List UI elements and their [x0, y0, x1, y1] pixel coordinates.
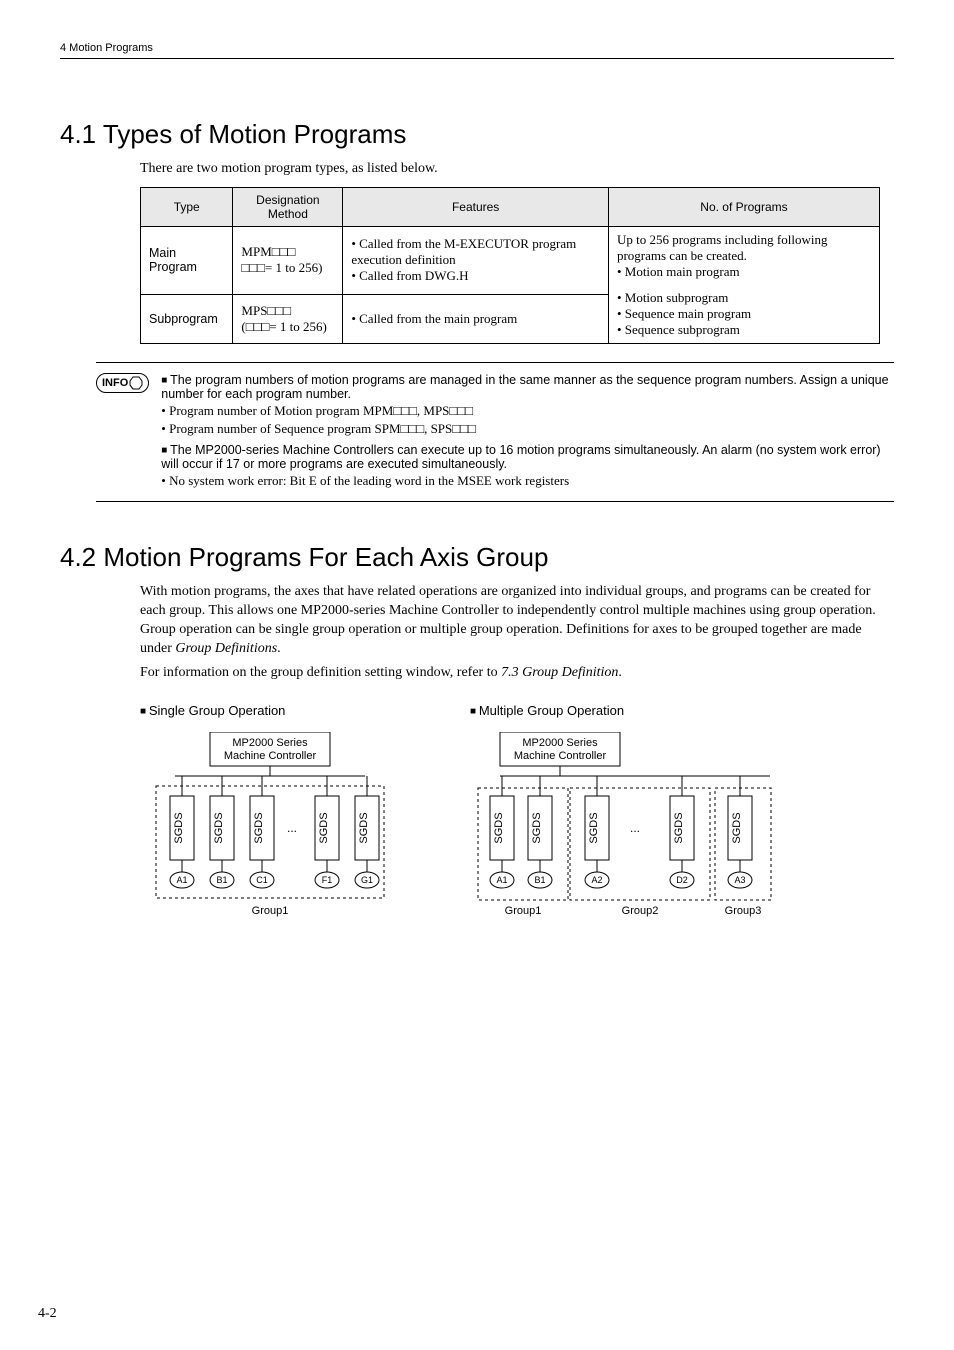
single-group-diagram: Single Group Operation MP2000 Series Mac…	[140, 703, 400, 932]
section-4-1-title: 4.1 Types of Motion Programs	[60, 119, 894, 150]
svg-text:MP2000 Series: MP2000 Series	[522, 737, 598, 749]
info-content: The program numbers of motion programs a…	[161, 371, 894, 491]
multiple-group-diagram: Multiple Group Operation MP2000 Series M…	[470, 703, 800, 932]
svg-text:...: ...	[630, 821, 640, 835]
desig-sub-l1: MPS□□□	[241, 303, 291, 318]
td-sub-features: • Called from the main program	[343, 294, 609, 343]
page-number: 4-2	[38, 1306, 57, 1322]
svg-text:SGDS: SGDS	[673, 813, 685, 844]
page-header: 4 Motion Programs	[60, 42, 894, 59]
svg-text:G1: G1	[361, 875, 373, 885]
svg-text:SGDS: SGDS	[213, 813, 225, 844]
programs-sub: • Motion subprogram • Sequence main prog…	[609, 285, 879, 343]
section-4-2-p1: With motion programs, the axes that have…	[140, 583, 894, 659]
svg-text:Group1: Group1	[505, 905, 542, 917]
info-b2-sub1: No system work error: Bit E of the leadi…	[161, 473, 894, 489]
multiple-group-title: Multiple Group Operation	[470, 703, 800, 718]
svg-text:Group3: Group3	[725, 905, 762, 917]
th-type: Type	[141, 187, 233, 226]
section-4-1-intro: There are two motion program types, as l…	[140, 160, 894, 179]
svg-text:Machine Controller: Machine Controller	[224, 750, 317, 762]
svg-text:D2: D2	[676, 875, 688, 885]
th-programs: No. of Programs	[608, 187, 879, 226]
desig-sub-l2: (□□□= 1 to 256)	[241, 319, 326, 334]
svg-text:A2: A2	[591, 875, 602, 885]
svg-text:MP2000 Series: MP2000 Series	[232, 737, 308, 749]
th-features: Features	[343, 187, 609, 226]
td-main-features: • Called from the M-EXECUTOR program exe…	[343, 226, 609, 294]
info-block: INFO The program numbers of motion progr…	[96, 362, 894, 502]
svg-text:SGDS: SGDS	[173, 813, 185, 844]
svg-text:SGDS: SGDS	[493, 813, 505, 844]
info-label: INFO	[102, 377, 128, 389]
svg-text:SGDS: SGDS	[358, 813, 370, 844]
td-programs: Up to 256 programs including following p…	[608, 226, 879, 343]
diagram-row: Single Group Operation MP2000 Series Mac…	[140, 703, 894, 932]
svg-text:B1: B1	[216, 875, 227, 885]
single-group-title: Single Group Operation	[140, 703, 400, 718]
svg-text:F1: F1	[322, 875, 333, 885]
programs-top: Up to 256 programs including following p…	[617, 232, 828, 263]
svg-text:A1: A1	[496, 875, 507, 885]
th-designation: Designation Method	[233, 187, 343, 226]
programs-main: • Motion main program	[617, 264, 740, 279]
section-4-2-p2: For information on the group definition …	[140, 664, 894, 683]
svg-text:SGDS: SGDS	[731, 813, 743, 844]
svg-text:SGDS: SGDS	[253, 813, 265, 844]
svg-text:C1: C1	[256, 875, 268, 885]
svg-text:A1: A1	[176, 875, 187, 885]
svg-text:A3: A3	[734, 875, 745, 885]
section-4-2-title: 4.2 Motion Programs For Each Axis Group	[60, 542, 894, 573]
svg-text:SGDS: SGDS	[531, 813, 543, 844]
svg-text:B1: B1	[534, 875, 545, 885]
info-b2: The MP2000-series Machine Controllers ca…	[161, 443, 894, 471]
desig-l2: □□□= 1 to 256)	[241, 260, 322, 275]
svg-text:SGDS: SGDS	[318, 813, 330, 844]
svg-text:SGDS: SGDS	[588, 813, 600, 844]
info-b1: The program numbers of motion programs a…	[161, 373, 894, 401]
single-group-svg: MP2000 Series Machine Controller Group1 …	[140, 732, 400, 932]
info-b1-sub2: Program number of Sequence program SPM□□…	[161, 421, 894, 437]
svg-text:Machine Controller: Machine Controller	[514, 750, 607, 762]
td-main-desig: MPM□□□ □□□= 1 to 256)	[233, 226, 343, 294]
info-icon: INFO	[96, 373, 149, 491]
program-types-table: Type Designation Method Features No. of …	[140, 187, 880, 344]
desig-l1: MPM□□□	[241, 244, 295, 259]
svg-text:...: ...	[287, 821, 297, 835]
td-sub-desig: MPS□□□ (□□□= 1 to 256)	[233, 294, 343, 343]
svg-text:Group2: Group2	[622, 905, 659, 917]
svg-text:Group1: Group1	[252, 905, 289, 917]
td-sub-type: Subprogram	[141, 294, 233, 343]
td-main-type: Main Program	[141, 226, 233, 294]
multiple-group-svg: MP2000 Series Machine Controller SGDS A1 S…	[470, 732, 800, 932]
info-b1-sub1: Program number of Motion program MPM□□□,…	[161, 403, 894, 419]
